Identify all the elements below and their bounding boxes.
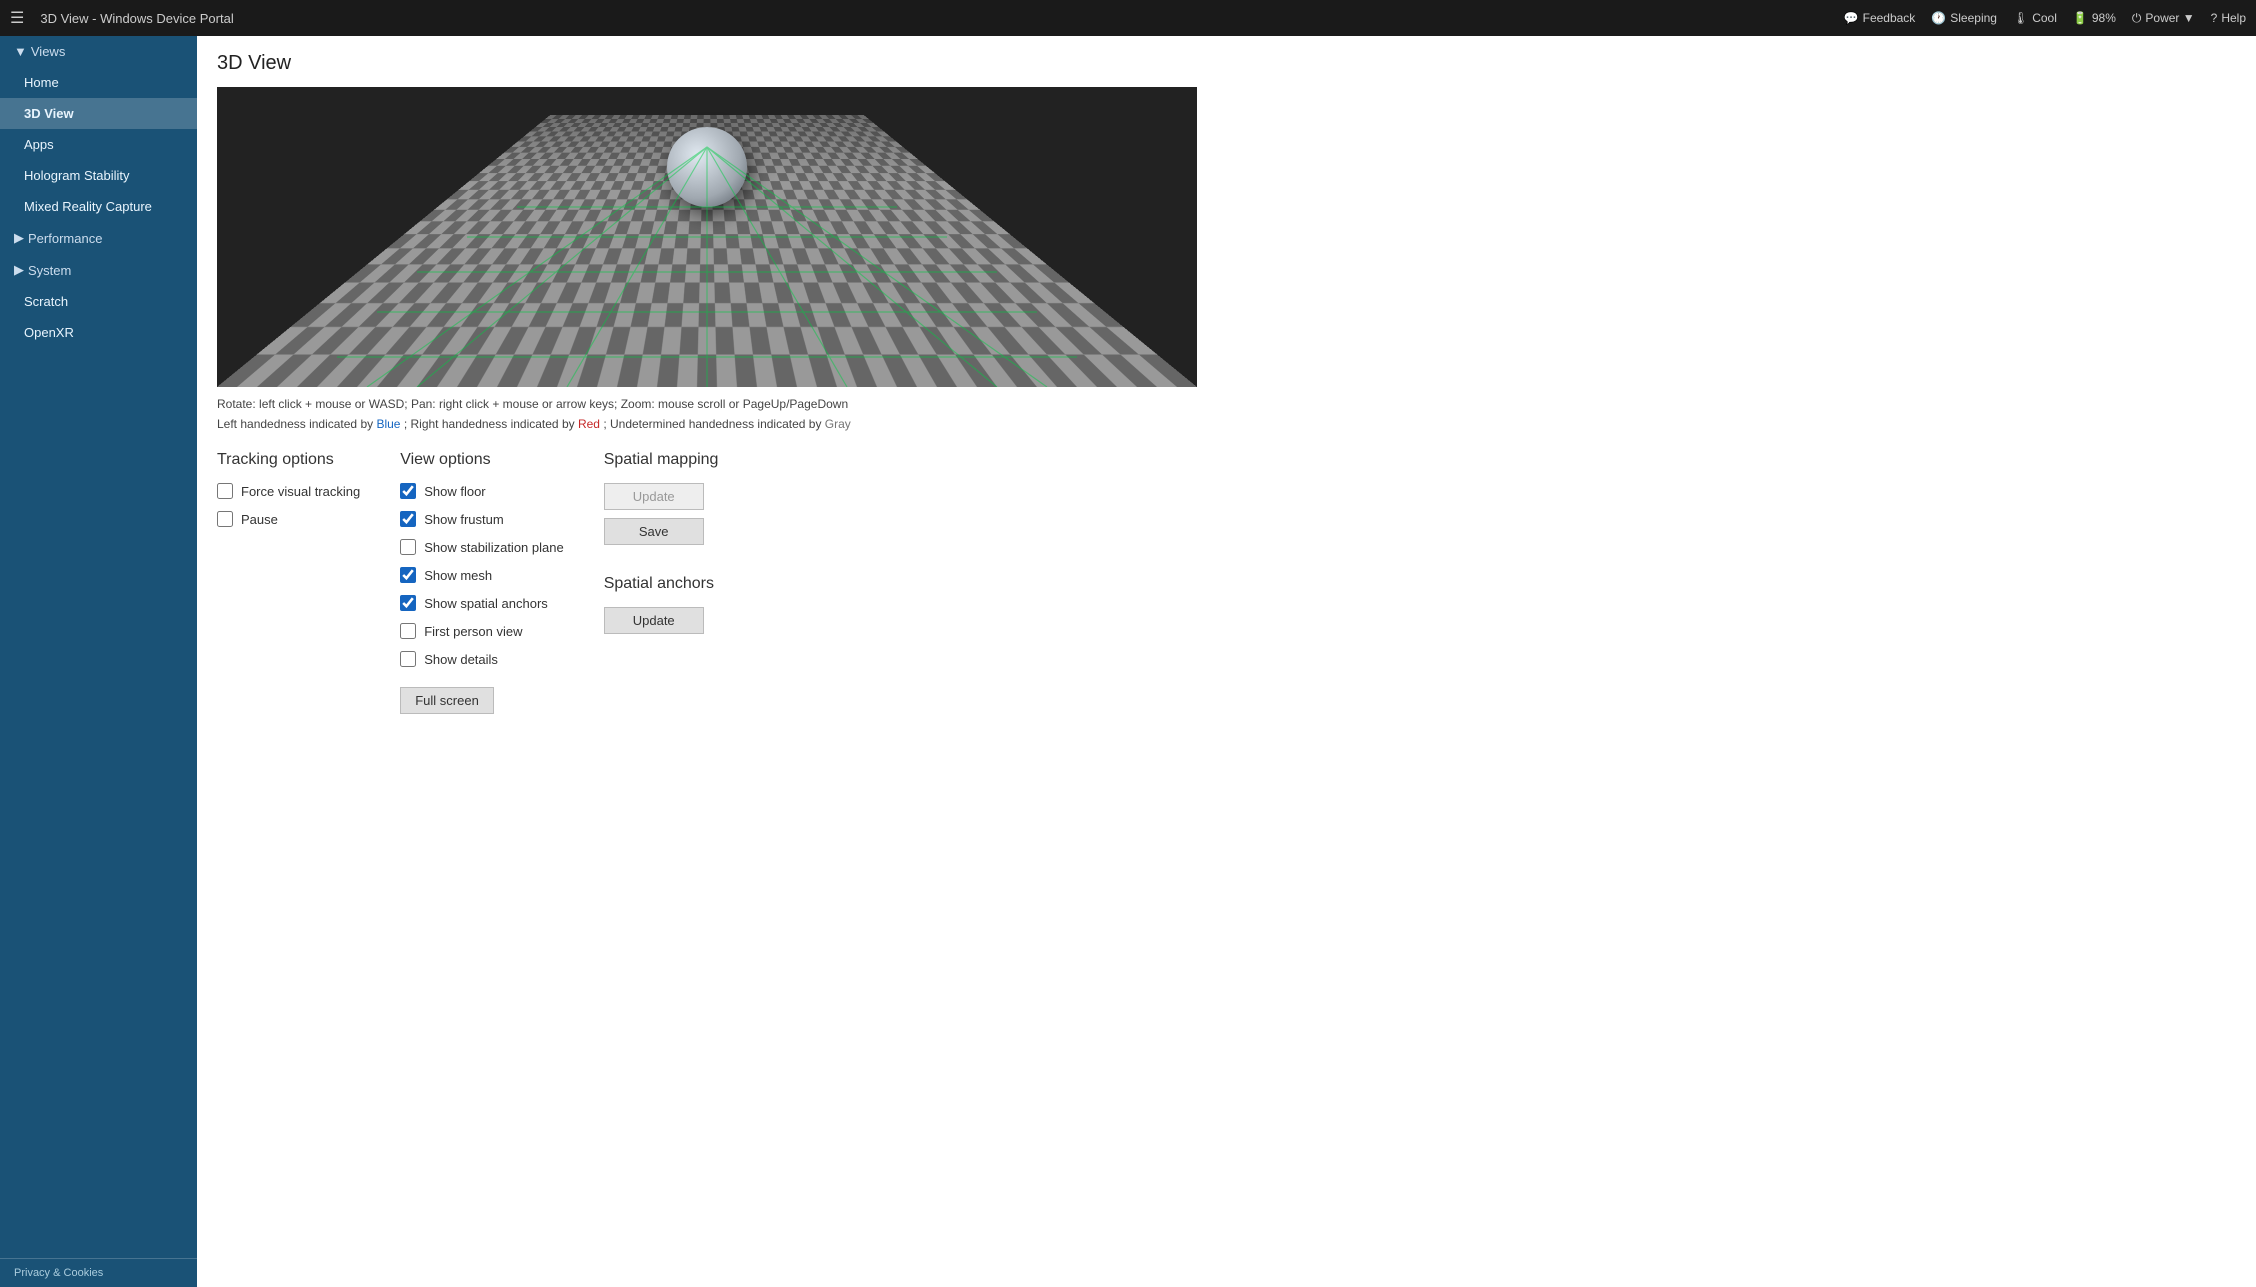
sidebar-item-apps[interactable]: Apps [0,129,197,160]
sidebar-section-views[interactable]: ▼ Views [0,36,197,67]
hamburger-icon[interactable]: ☰ [10,8,24,28]
handedness-prefix: Left handedness indicated by [217,417,376,431]
sidebar-collapse-button[interactable]: ◀ [195,46,197,74]
tracking-options-title: Tracking options [217,451,360,469]
view-options-title: View options [400,451,563,469]
spatial-anchors-title: Spatial anchors [604,575,784,593]
power-label: Power ▼ [2145,11,2194,25]
views-section-label: Views [31,44,65,59]
spatial-mesh-overlay [217,87,1197,387]
show-stabilization-plane-checkbox[interactable] [400,539,416,555]
show-floor-label[interactable]: Show floor [424,484,485,499]
temperature-status[interactable]: 🌡 Cool [2013,11,2057,25]
show-floor-checkbox[interactable] [400,483,416,499]
show-details-checkbox[interactable] [400,651,416,667]
battery-icon: 🔋 [2073,11,2088,25]
gray-handedness: Gray [825,417,851,431]
page-title: 3D View [217,52,2224,75]
pause-label[interactable]: Pause [241,512,278,527]
system-section-label: System [28,263,71,278]
handedness-mid2: ; Undetermined handedness indicated by [603,417,824,431]
sidebar-section-performance[interactable]: ▶ Performance [0,222,197,254]
show-spatial-anchors-label[interactable]: Show spatial anchors [424,596,548,611]
sidebar-item-hologram-stability[interactable]: Hologram Stability [0,160,197,191]
power-icon: ⏻ [2132,11,2142,26]
sidebar-item-3dview[interactable]: 3D View [0,98,197,129]
show-mesh-checkbox[interactable] [400,567,416,583]
views-expand-icon: ▼ [14,44,27,59]
viewport-canvas [217,87,1197,387]
first-person-view-option: First person view [400,623,563,639]
show-frustum-label[interactable]: Show frustum [424,512,503,527]
show-stabilization-plane-option: Show stabilization plane [400,539,563,555]
show-frustum-option: Show frustum [400,511,563,527]
performance-section-label: Performance [28,231,102,246]
battery-status[interactable]: 🔋 98% [2073,11,2116,25]
performance-expand-icon: ▶ [14,230,24,246]
force-visual-tracking-option: Force visual tracking [217,483,360,499]
spatial-anchors-update-button[interactable]: Update [604,607,704,634]
show-frustum-checkbox[interactable] [400,511,416,527]
feedback-label: Feedback [1863,11,1916,25]
sleeping-status[interactable]: 🕐 Sleeping [1931,11,1997,25]
sidebar-item-scratch[interactable]: Scratch [0,286,197,317]
red-handedness: Red [578,417,600,431]
titlebar: ☰ 3D View - Windows Device Portal 💬 Feed… [0,0,2256,36]
pause-checkbox[interactable] [217,511,233,527]
view-options-section: View options Show floor Show frustum Sho… [400,451,563,714]
force-visual-tracking-label[interactable]: Force visual tracking [241,484,360,499]
temperature-icon: 🌡 [2013,11,2028,25]
show-details-label[interactable]: Show details [424,652,498,667]
status-bar: 💬 Feedback 🕐 Sleeping 🌡 Cool 🔋 98% ⏻ Pow… [1844,11,2246,26]
sleeping-label: Sleeping [1950,11,1997,25]
sleeping-icon: 🕐 [1931,11,1946,25]
pause-option: Pause [217,511,360,527]
sidebar: ◀ ▼ Views Home 3D View Apps Hologram Sta… [0,36,197,1287]
main-layout: ◀ ▼ Views Home 3D View Apps Hologram Sta… [0,36,2256,1287]
3d-viewport[interactable] [217,87,1197,387]
sidebar-item-mixed-reality-capture[interactable]: Mixed Reality Capture [0,191,197,222]
help-button[interactable]: ? Help [2211,11,2246,25]
show-stabilization-plane-label[interactable]: Show stabilization plane [424,540,563,555]
show-spatial-anchors-checkbox[interactable] [400,595,416,611]
content-area: 3D View [197,36,2256,1287]
fullscreen-button[interactable]: Full screen [400,687,494,714]
sidebar-section-system[interactable]: ▶ System [0,254,197,286]
show-spatial-anchors-option: Show spatial anchors [400,595,563,611]
first-person-view-checkbox[interactable] [400,623,416,639]
power-button[interactable]: ⏻ Power ▼ [2132,11,2195,26]
first-person-view-label[interactable]: First person view [424,624,522,639]
sidebar-item-home[interactable]: Home [0,67,197,98]
spatial-mapping-section: Spatial mapping Update Save Spatial anch… [604,451,784,714]
show-mesh-label[interactable]: Show mesh [424,568,492,583]
help-label: Help [2221,11,2246,25]
spatial-mapping-save-button[interactable]: Save [604,518,704,545]
handedness-mid1: ; Right handedness indicated by [404,417,578,431]
window-title: 3D View - Windows Device Portal [40,11,1835,26]
privacy-cookies-link[interactable]: Privacy & Cookies [0,1258,197,1287]
show-floor-option: Show floor [400,483,563,499]
feedback-button[interactable]: 💬 Feedback [1844,11,1916,25]
spatial-mapping-update-button[interactable]: Update [604,483,704,510]
tracking-options-section: Tracking options Force visual tracking P… [217,451,360,714]
rotate-hint: Rotate: left click + mouse or WASD; Pan:… [217,397,2224,411]
temperature-label: Cool [2032,11,2057,25]
spatial-mapping-title: Spatial mapping [604,451,784,469]
battery-label: 98% [2092,11,2116,25]
show-details-option: Show details [400,651,563,667]
handedness-hint: Left handedness indicated by Blue ; Righ… [217,417,2224,431]
force-visual-tracking-checkbox[interactable] [217,483,233,499]
sidebar-item-openxr[interactable]: OpenXR [0,317,197,348]
show-mesh-option: Show mesh [400,567,563,583]
help-icon: ? [2211,11,2218,25]
options-grid: Tracking options Force visual tracking P… [217,451,2224,714]
system-expand-icon: ▶ [14,262,24,278]
feedback-icon: 💬 [1844,11,1859,25]
blue-handedness: Blue [376,417,400,431]
